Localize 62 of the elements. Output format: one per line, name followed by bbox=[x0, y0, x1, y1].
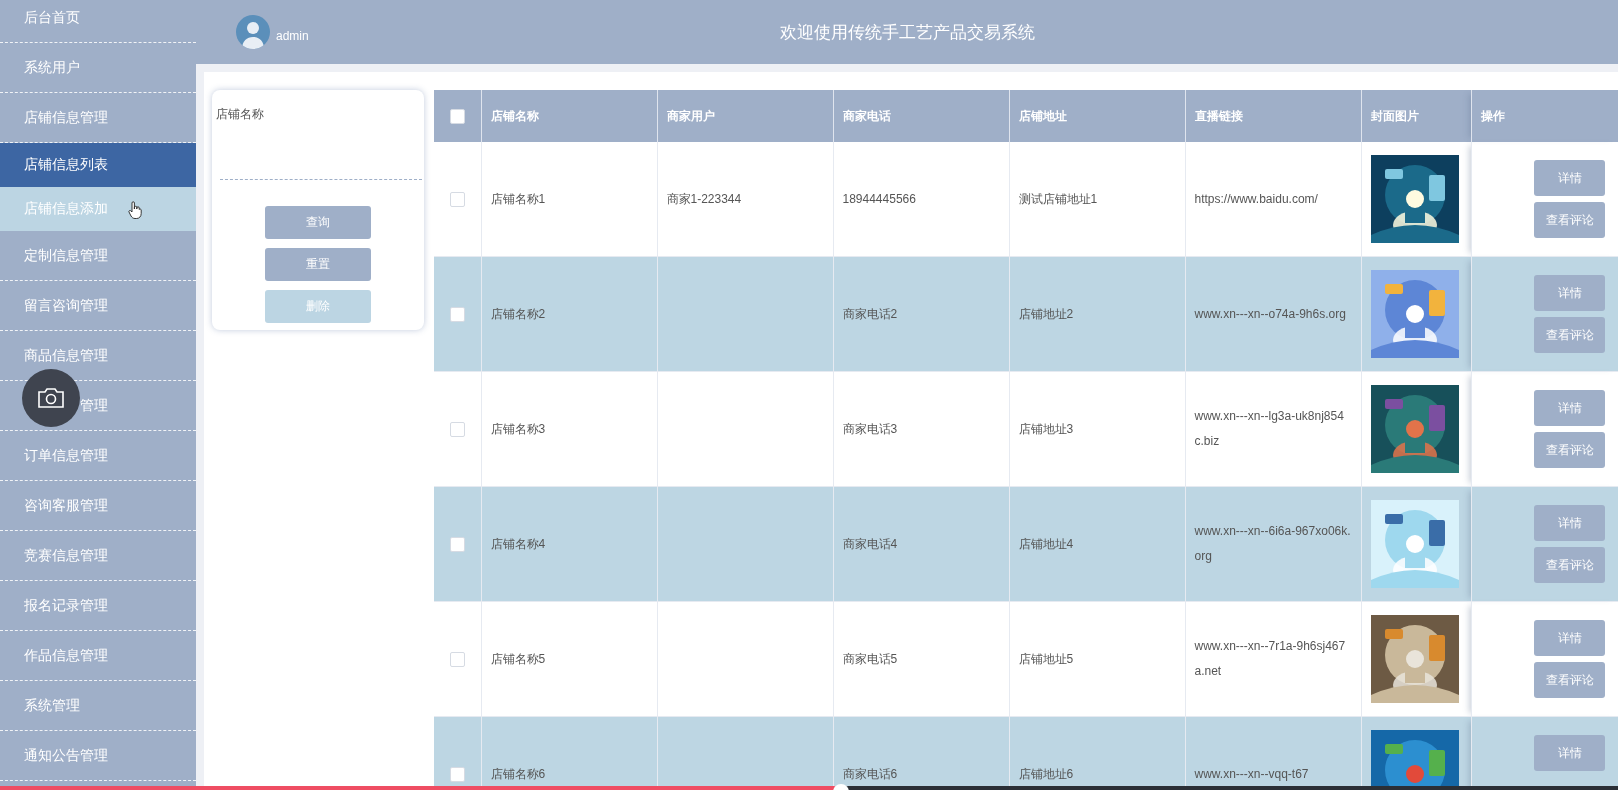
table-cell: 商家电话6 bbox=[842, 766, 898, 781]
camera-button[interactable] bbox=[22, 369, 80, 427]
checkbox[interactable] bbox=[449, 421, 465, 437]
action-button[interactable]: 查询 bbox=[265, 206, 371, 239]
table-cell: 商家电话5 bbox=[842, 651, 898, 666]
details-button[interactable]: 详情 bbox=[1534, 390, 1605, 426]
column-header: 封面图片 bbox=[1361, 90, 1471, 142]
column-header: 商家电话 bbox=[833, 90, 1009, 142]
action-button[interactable]: 重置 bbox=[265, 248, 371, 281]
table-cell: 18944445566 bbox=[842, 191, 916, 206]
table-cell: 店铺名称1 bbox=[490, 191, 546, 206]
table-cell: 店铺地址2 bbox=[1018, 306, 1074, 321]
column-header: 直播链接 bbox=[1185, 90, 1361, 142]
view-comments-button[interactable]: 查看评论 bbox=[1534, 662, 1605, 698]
column-header: 店铺名称 bbox=[481, 90, 657, 142]
table-cell: 店铺名称4 bbox=[490, 536, 546, 551]
view-comments-button[interactable]: 查看评论 bbox=[1534, 317, 1605, 353]
column-header: 店铺地址 bbox=[1009, 90, 1185, 142]
table-cell: 店铺名称2 bbox=[490, 306, 546, 321]
table-cell: 店铺地址6 bbox=[1018, 766, 1074, 781]
column-header: 商家用户 bbox=[657, 90, 833, 142]
checkbox[interactable] bbox=[449, 108, 465, 124]
avatar[interactable] bbox=[236, 15, 270, 49]
table-cell: 测试店铺地址1 bbox=[1018, 191, 1098, 206]
details-button[interactable]: 详情 bbox=[1534, 160, 1605, 196]
table-cell: 店铺地址4 bbox=[1018, 536, 1074, 551]
table-cell: www.xn---xn--7r1a-9h6sj467a.net bbox=[1194, 639, 1346, 678]
table-cell: 商家电话3 bbox=[842, 421, 898, 436]
checkbox[interactable] bbox=[449, 766, 465, 782]
sidebar-subitem[interactable]: 店铺信息列表 bbox=[0, 143, 196, 187]
column-header: 操作 bbox=[1471, 90, 1618, 142]
table-cell: 店铺地址3 bbox=[1018, 421, 1074, 436]
table-cell: 店铺名称5 bbox=[490, 651, 546, 666]
table-cell: https://www.baidu.com/ bbox=[1194, 191, 1318, 206]
checkbox[interactable] bbox=[449, 536, 465, 552]
table-cell: www.xn---xn--vqq-t67 bbox=[1194, 766, 1309, 781]
checkbox[interactable] bbox=[449, 651, 465, 667]
details-button[interactable]: 详情 bbox=[1534, 620, 1605, 656]
view-comments-button[interactable]: 查看评论 bbox=[1534, 432, 1605, 468]
details-button[interactable]: 详情 bbox=[1534, 735, 1605, 771]
details-button[interactable]: 详情 bbox=[1534, 505, 1605, 541]
sidebar-subitem[interactable]: 店铺信息添加 bbox=[0, 187, 196, 231]
table-cell: www.xn---xn--o74a-9h6s.org bbox=[1194, 306, 1346, 321]
checkbox[interactable] bbox=[449, 306, 465, 322]
table-cell: 店铺地址5 bbox=[1018, 651, 1074, 666]
table-cell: 商家电话4 bbox=[842, 536, 898, 551]
table-cell: 商家1-223344 bbox=[666, 191, 742, 206]
table-cell: www.xn---xn--6i6a-967xo06k.org bbox=[1194, 524, 1351, 563]
table-cell: 店铺名称6 bbox=[490, 766, 546, 781]
table-cell: 店铺名称3 bbox=[490, 421, 546, 436]
username: admin bbox=[276, 29, 309, 43]
hand-cursor-icon bbox=[128, 201, 142, 219]
view-comments-button[interactable]: 查看评论 bbox=[1534, 202, 1605, 238]
view-comments-button[interactable]: 查看评论 bbox=[1534, 547, 1605, 583]
page-title: 欢迎使用传统手工艺产品交易系统 bbox=[779, 22, 1035, 42]
camera-icon bbox=[37, 387, 65, 409]
table-cell: 商家电话2 bbox=[842, 306, 898, 321]
field-label: 店铺名称 bbox=[216, 106, 264, 123]
table-cell: www.xn---xn--lg3a-uk8nj854c.biz bbox=[1194, 409, 1344, 448]
progress-track[interactable] bbox=[0, 786, 1618, 790]
details-button[interactable]: 详情 bbox=[1534, 275, 1605, 311]
checkbox[interactable] bbox=[449, 191, 465, 207]
